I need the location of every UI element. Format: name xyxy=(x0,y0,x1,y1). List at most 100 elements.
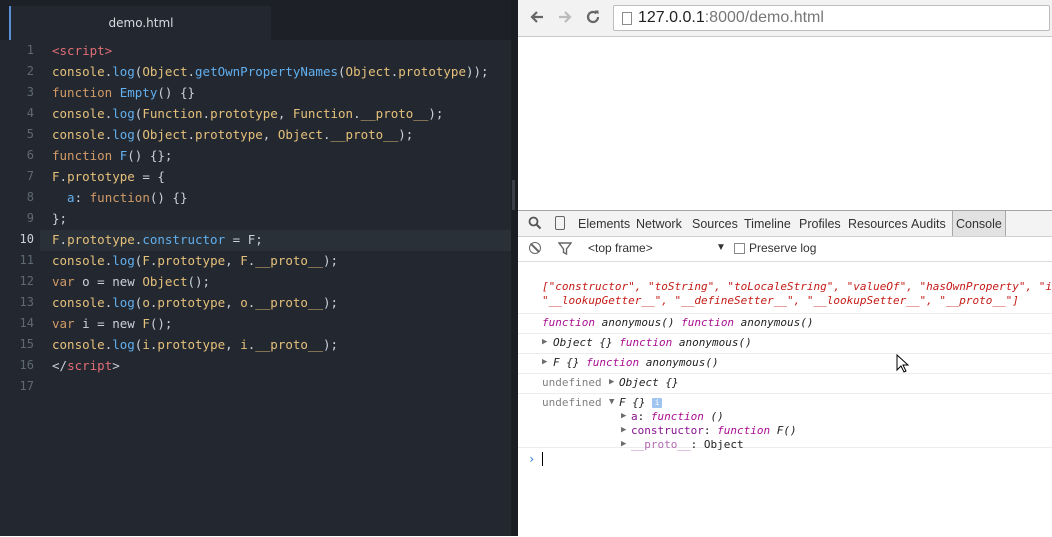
expand-triangle-icon[interactable]: ▶ xyxy=(621,439,626,449)
tab-profiles[interactable]: Profiles xyxy=(799,211,841,236)
code-line[interactable]: console.log(F.prototype, F.__proto__); xyxy=(52,250,338,271)
expand-triangle-icon[interactable]: ▶ xyxy=(621,411,626,421)
browser-window: 127.0.0.1:8000/demo.html Elements Networ… xyxy=(518,0,1052,537)
console-input[interactable] xyxy=(542,452,543,466)
page-viewport xyxy=(518,37,1052,210)
devtools-tab-bar: Elements Network Sources Timeline Profil… xyxy=(518,211,1052,237)
line-number: 6 xyxy=(26,148,34,162)
preserve-log-label: Preserve log xyxy=(749,241,817,255)
console-text: F {} function anonymous() xyxy=(553,356,719,369)
chevron-down-icon[interactable]: ▼ xyxy=(716,242,726,253)
console-prompt-icon: › xyxy=(528,452,536,466)
console-text: ["constructor", "toString", "toLocaleStr… xyxy=(542,280,1052,293)
object-property: constructor: function F() xyxy=(631,424,797,437)
line-number: 3 xyxy=(26,85,34,99)
console-undefined: undefined xyxy=(542,396,602,409)
tab-sources[interactable]: Sources xyxy=(692,211,738,236)
collapse-triangle-icon[interactable]: ▼ xyxy=(609,397,614,407)
console-output[interactable]: ["constructor", "toString", "toLocaleStr… xyxy=(518,262,1052,537)
tab-network[interactable]: Network xyxy=(636,211,682,236)
line-number: 11 xyxy=(19,253,34,267)
info-icon[interactable]: i xyxy=(652,398,663,408)
tab-console[interactable]: Console xyxy=(952,211,1006,236)
url-path: :8000/demo.html xyxy=(704,9,824,26)
tab-resources[interactable]: Resources xyxy=(848,211,908,236)
object-property: a: function () xyxy=(631,410,724,423)
arrow-left-icon xyxy=(530,11,543,23)
reload-icon xyxy=(586,10,600,24)
console-text: F {} i xyxy=(619,396,663,409)
code-line[interactable]: console.log(i.prototype, i.__proto__); xyxy=(52,334,338,355)
code-line[interactable]: console.log(o.prototype, o.__proto__); xyxy=(52,292,338,313)
console-message: ["constructor", "toString", "toLocaleStr… xyxy=(518,262,1052,314)
expand-triangle-icon[interactable]: ▶ xyxy=(609,377,614,387)
line-number: 13 xyxy=(19,295,34,309)
line-number: 16 xyxy=(19,358,34,372)
clear-console-icon[interactable] xyxy=(529,242,541,254)
line-number: 7 xyxy=(26,169,34,183)
expand-triangle-icon[interactable]: ▶ xyxy=(621,425,626,435)
console-message: ▶ F {} function anonymous() xyxy=(518,354,1052,374)
filter-icon[interactable] xyxy=(558,242,572,256)
pane-divider[interactable] xyxy=(511,0,518,536)
line-number: 8 xyxy=(26,190,34,204)
code-line[interactable]: function Empty() {} xyxy=(52,82,195,103)
back-button[interactable] xyxy=(526,6,548,28)
console-message: undefined ▼ F {} i ▶ a: function () ▶ co… xyxy=(518,394,1052,451)
line-number: 15 xyxy=(19,337,34,351)
line-number: 1 xyxy=(26,43,34,57)
devtools-panel: Elements Network Sources Timeline Profil… xyxy=(518,210,1052,537)
code-line[interactable]: var o = new Object(); xyxy=(52,271,210,292)
editor-tab-demo-html[interactable]: demo.html xyxy=(9,6,271,40)
device-mode-icon[interactable] xyxy=(555,216,565,230)
code-line[interactable]: }; xyxy=(52,208,67,229)
code-line[interactable]: console.log(Object.getOwnPropertyNames(O… xyxy=(52,61,489,82)
code-line[interactable]: console.log(Object.prototype, Object.__p… xyxy=(52,124,413,145)
line-number: 5 xyxy=(26,127,34,141)
console-undefined: undefined xyxy=(542,376,602,389)
line-number: 17 xyxy=(19,379,34,393)
console-text: "__lookupGetter__", "__defineSetter__", … xyxy=(542,294,1019,307)
console-message: function anonymous() function anonymous(… xyxy=(518,314,1052,334)
console-message: undefined ▶ Object {} xyxy=(518,374,1052,394)
preserve-log-checkbox[interactable] xyxy=(734,243,745,254)
code-line[interactable]: console.log(Function.prototype, Function… xyxy=(52,103,443,124)
line-number: 9 xyxy=(26,211,34,225)
browser-toolbar: 127.0.0.1:8000/demo.html xyxy=(518,0,1052,37)
object-property: __proto__: Object xyxy=(631,438,744,451)
expand-triangle-icon[interactable]: ▶ xyxy=(542,337,547,347)
code-line[interactable]: </script> xyxy=(52,355,120,376)
line-number: 10 xyxy=(19,232,34,246)
code-line[interactable]: var i = new F(); xyxy=(52,313,172,334)
tab-audits[interactable]: Audits xyxy=(911,211,946,236)
code-line[interactable]: F.prototype.constructor = F; xyxy=(52,229,263,250)
line-number: 12 xyxy=(19,274,34,288)
frame-selector[interactable]: <top frame> xyxy=(588,241,653,255)
console-text: function anonymous() function anonymous(… xyxy=(542,316,814,329)
forward-button[interactable] xyxy=(554,6,576,28)
code-line[interactable]: function F() {}; xyxy=(52,145,172,166)
tab-elements[interactable]: Elements xyxy=(578,211,630,236)
line-number: 14 xyxy=(19,316,34,330)
line-number: 4 xyxy=(26,106,34,120)
page-icon xyxy=(622,11,632,25)
console-text: Object {} xyxy=(619,376,679,389)
url-host: 127.0.0.1 xyxy=(638,9,705,26)
url-text: 127.0.0.1:8000/demo.html xyxy=(638,9,824,27)
mouse-cursor-icon xyxy=(896,354,910,373)
code-line[interactable]: F.prototype = { xyxy=(52,166,165,187)
editor-tab-label: demo.html xyxy=(108,16,174,30)
arrow-right-icon xyxy=(559,11,572,23)
expand-triangle-icon[interactable]: ▶ xyxy=(542,357,547,367)
code-line[interactable]: <script> xyxy=(52,40,112,61)
address-bar[interactable]: 127.0.0.1:8000/demo.html xyxy=(613,5,1050,31)
editor-tab-bar: demo.html xyxy=(0,0,511,40)
search-icon[interactable] xyxy=(528,216,542,230)
tab-timeline[interactable]: Timeline xyxy=(744,211,791,236)
divider-grip xyxy=(512,180,515,210)
code-editor[interactable]: demo.html 1 2 3 4 5 6 7 8 9 10 11 12 13 14 15 16 17 <scr… xyxy=(0,0,511,536)
reload-button[interactable] xyxy=(582,6,604,28)
console-toolbar: <top frame> ▼ Preserve log xyxy=(518,237,1052,262)
code-line[interactable]: a: function() {} xyxy=(52,187,187,208)
console-message: ▶ Object {} function anonymous() xyxy=(518,334,1052,354)
